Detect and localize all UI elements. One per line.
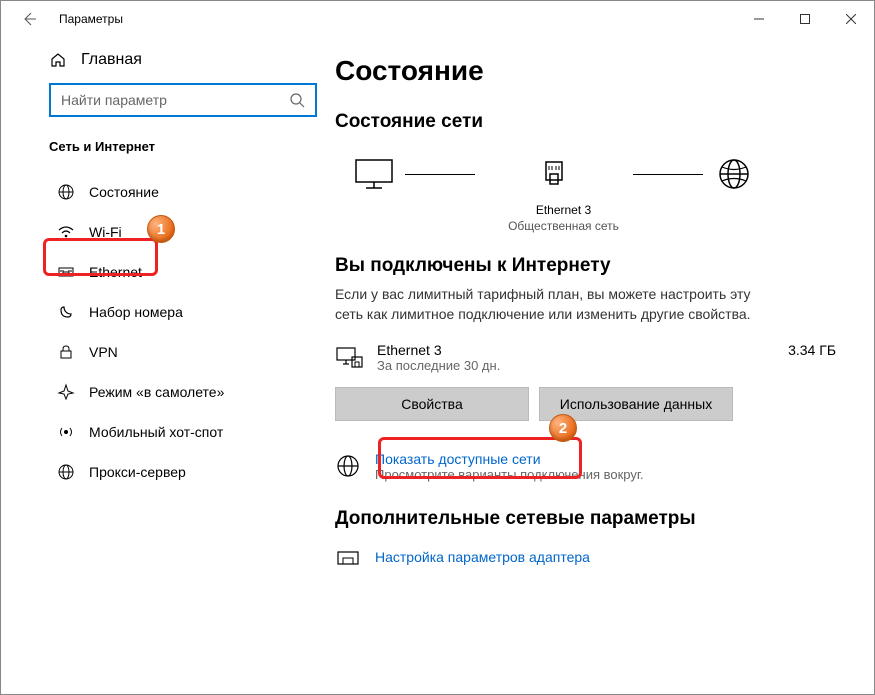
vpn-icon <box>57 343 75 361</box>
sidebar-item-dialup[interactable]: Набор номера <box>49 292 303 332</box>
sidebar-item-label: Набор номера <box>89 304 183 320</box>
connection-row: Ethernet 3 За последние 30 дн. 3.34 ГБ <box>335 342 842 373</box>
sidebar-item-label: Мобильный хот-спот <box>89 424 223 440</box>
sidebar-item-ethernet[interactable]: Ethernet <box>49 252 303 292</box>
connection-size: 3.34 ГБ <box>788 342 842 358</box>
sidebar: Главная Сеть и Интернет Состояние Wi-Fi <box>1 37 323 694</box>
window-controls <box>736 1 874 37</box>
adapter-settings-text: Настройка параметров адаптера <box>375 549 590 565</box>
search-input[interactable] <box>61 92 289 108</box>
home-label: Главная <box>81 51 142 69</box>
annotation-badge-1: 1 <box>147 215 175 243</box>
sidebar-item-label: VPN <box>89 344 118 360</box>
button-row: Свойства Использование данных <box>335 387 842 421</box>
connection-period: За последние 30 дн. <box>377 358 774 373</box>
page-title: Состояние <box>335 55 842 87</box>
network-center <box>483 151 625 197</box>
back-button[interactable] <box>17 7 41 31</box>
maximize-button[interactable] <box>782 1 828 37</box>
router-icon <box>531 151 577 197</box>
sidebar-item-status[interactable]: Состояние <box>49 172 303 212</box>
ethernet-icon <box>57 263 75 281</box>
search-icon <box>289 92 305 108</box>
proxy-icon <box>57 463 75 481</box>
available-networks-link[interactable]: Показать доступные сети Просмотрите вари… <box>335 451 842 482</box>
computer-icon <box>351 151 397 197</box>
sidebar-item-vpn[interactable]: VPN <box>49 332 303 372</box>
status-section-title: Состояние сети <box>335 111 842 133</box>
network-diagram <box>335 151 842 197</box>
hotspot-icon <box>57 423 75 441</box>
connection-name: Ethernet 3 <box>377 342 774 358</box>
diagram-subtype: Общественная сеть <box>323 219 842 233</box>
available-networks-title: Показать доступные сети <box>375 451 644 467</box>
connection-icon <box>335 344 363 372</box>
annotation-badge-2: 2 <box>549 414 577 442</box>
airplane-icon <box>57 383 75 401</box>
sidebar-item-hotspot[interactable]: Мобильный хот-спот <box>49 412 303 452</box>
home-icon <box>49 51 67 69</box>
main-content: Состояние Состояние сети Ethernet 3 Обще… <box>323 37 874 694</box>
adapter-settings-link[interactable]: Настройка параметров адаптера <box>335 544 842 570</box>
search-box[interactable] <box>49 83 317 117</box>
sidebar-item-wifi[interactable]: Wi-Fi <box>49 212 303 252</box>
connected-description: Если у вас лимитный тарифный план, вы мо… <box>335 285 775 324</box>
home-nav[interactable]: Главная <box>49 51 303 69</box>
adapter-icon <box>335 544 361 570</box>
diagram-name: Ethernet 3 <box>323 203 842 217</box>
connection-line <box>405 174 475 175</box>
sidebar-item-proxy[interactable]: Прокси-сервер <box>49 452 303 492</box>
close-button[interactable] <box>828 1 874 37</box>
sidebar-item-label: Wi-Fi <box>89 224 122 240</box>
sidebar-item-label: Прокси-сервер <box>89 464 186 480</box>
globe-icon <box>711 151 757 197</box>
sidebar-item-airplane[interactable]: Режим «в самолете» <box>49 372 303 412</box>
wifi-icon <box>57 223 75 241</box>
sidebar-item-label: Режим «в самолете» <box>89 384 224 400</box>
status-icon <box>57 183 75 201</box>
sidebar-item-label: Состояние <box>89 184 159 200</box>
minimize-button[interactable] <box>736 1 782 37</box>
section-title: Сеть и Интернет <box>49 139 303 154</box>
properties-button[interactable]: Свойства <box>335 387 529 421</box>
dialup-icon <box>57 303 75 321</box>
connection-line <box>633 174 703 175</box>
app-title: Параметры <box>59 12 123 26</box>
sidebar-item-label: Ethernet <box>89 264 142 280</box>
connected-title: Вы подключены к Интернету <box>335 255 842 277</box>
titlebar: Параметры <box>1 1 874 37</box>
available-networks-sub: Просмотрите варианты подключения вокруг. <box>375 467 644 482</box>
available-networks-icon <box>335 453 361 479</box>
advanced-section-title: Дополнительные сетевые параметры <box>335 508 842 530</box>
